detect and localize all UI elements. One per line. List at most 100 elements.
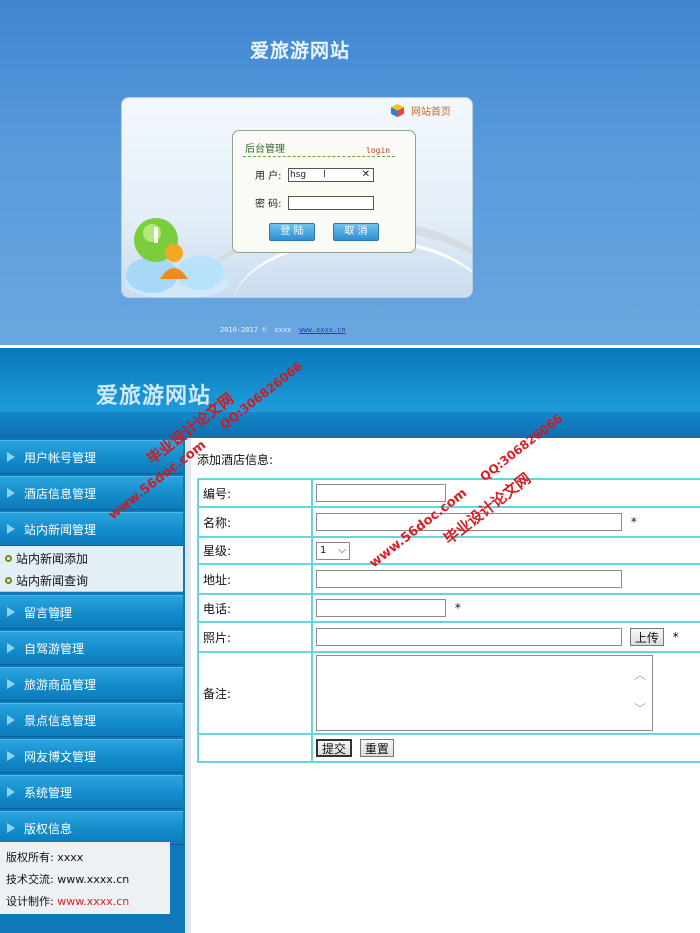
sidebar-item-label: 景点信息管理 [24,713,97,728]
news-submenu: 站内新闻添加 站内新闻查询 [0,546,183,592]
arrow-right-icon [7,643,15,653]
required-mark: * [454,600,461,615]
username-label: 用 户: [255,171,282,182]
login-card: 网站首页 后台管理 login 用 户: hsg I ✕ 密 码: 登 陆 取 … [121,97,473,298]
password-input[interactable] [288,195,374,210]
sidebar-item-label: 系统管理 [24,785,73,800]
tech-value: www.xxxx.cn [57,873,130,886]
sidebar-item-label: 旅游商品管理 [24,677,97,692]
table-row: 电话: * [197,593,700,623]
username-input[interactable]: hsg I ✕ [288,167,374,182]
action-label-cell [197,733,313,763]
admin-screen: 爱旅游网站 用户帐号管理 酒店信息管理 站内新闻管理 站内新闻添加 站内新闻查询 [0,348,700,933]
footer-link[interactable]: www.xxxx.cn [299,326,345,334]
sidebar-info-panel: 版权所有: xxxx 技术交流: www.xxxx.cn 设计制作: www.x… [0,842,170,914]
sidebar-item-label: 用户帐号管理 [24,450,97,465]
star-label: 星级: [197,536,313,565]
sidebar-item-label: 网友博文管理 [24,749,97,764]
star-select-value: 1 [320,545,327,556]
reset-button[interactable]: 重置 [359,739,394,757]
address-cell [311,563,700,595]
arrow-right-icon [7,607,15,617]
arrow-right-icon [7,823,15,833]
name-label: 名称: [197,506,313,538]
remark-textarea[interactable]: ︿ ﹀ [316,655,653,731]
login-screen: 爱旅游网站 网站首页 后台管理 login 用 户: hsg I ✕ 密 码: … [0,0,700,345]
scroll-up-icon[interactable]: ︿ [634,666,646,683]
design-label: 设计制作: [6,895,54,908]
arrow-right-icon [7,751,15,761]
upload-button[interactable]: 上传 [629,628,664,646]
phone-label: 电话: [197,593,313,623]
submenu-item-add-news[interactable]: 站内新闻添加 [5,550,88,567]
sidebar-item-travel-goods[interactable]: 旅游商品管理 [0,667,183,701]
chevron-down-icon: ⌵ [338,545,346,556]
arrow-right-icon [7,488,15,498]
home-link[interactable]: 网站首页 [390,103,451,118]
hand-pointer-icon: ☝ [54,606,64,625]
submenu-item-query-news[interactable]: 站内新闻查询 [5,572,88,589]
username-value: hsg [290,169,307,180]
sidebar-item-system[interactable]: 系统管理 [0,775,183,809]
submenu-item-label: 站内新闻查询 [16,574,89,588]
arrow-right-icon [7,715,15,725]
photo-input[interactable] [316,628,622,646]
login-site-title: 爱旅游网站 [249,40,350,62]
code-label: 编号: [197,478,313,508]
login-box-title: 后台管理 [245,144,285,155]
admin-header: 爱旅游网站 [0,348,700,438]
home-link-label: 网站首页 [411,107,451,118]
tech-label: 技术交流: [6,873,54,886]
design-line: 设计制作: www.xxxx.cn [6,891,164,913]
table-row: 照片: 上传 * [197,621,700,653]
arrow-right-icon [7,452,15,462]
footer-year: 2010-2017 © [220,326,267,334]
table-row: 备注: ︿ ﹀ [197,651,700,735]
clear-icon[interactable]: ✕ [362,169,370,181]
sidebar-item-copyright[interactable]: 版权信息 [0,811,183,845]
copyright-value: xxxx [57,851,84,864]
login-button[interactable]: 登 陆 [269,223,315,241]
arrow-right-icon [7,787,15,797]
action-cell: 提交 重置 [311,733,700,763]
header-band [0,412,700,438]
hotel-form-table: 编号: 名称: * 星级: 1 ⌵ 地址: 电话: * 照片: 上传 * 备注:… [197,478,700,763]
sidebar-item-messages[interactable]: 留言管理 ☝ [0,595,183,629]
bullet-icon [5,577,12,584]
phone-cell: * [311,593,700,623]
admin-site-title: 爱旅游网站 [96,383,212,409]
password-row: 密 码: [255,195,374,210]
sidebar: 用户帐号管理 酒店信息管理 站内新闻管理 站内新闻添加 站内新闻查询 留言管理 … [0,438,185,933]
username-row: 用 户: hsg I ✕ [255,167,374,182]
sidebar-item-news[interactable]: 站内新闻管理 [0,512,183,546]
copyright-label: 版权所有: [6,851,54,864]
copyright-line: 版权所有: xxxx [6,847,164,869]
submenu-item-label: 站内新闻添加 [16,552,89,566]
required-mark: * [630,514,637,529]
address-input[interactable] [316,570,622,588]
photo-label: 照片: [197,621,313,653]
sidebar-item-self-drive[interactable]: 自驾游管理 [0,631,183,665]
remark-cell: ︿ ﹀ [311,651,700,735]
phone-input[interactable] [316,599,446,617]
required-mark: * [672,629,679,644]
design-value[interactable]: www.xxxx.cn [57,895,129,908]
text-cursor-icon: I [323,168,326,180]
sidebar-item-label: 站内新闻管理 [24,522,97,537]
photo-cell: 上传 * [311,621,700,653]
tech-line: 技术交流: www.xxxx.cn [6,869,164,891]
arrow-right-icon [7,524,15,534]
code-input[interactable] [316,484,446,502]
dashed-divider [243,156,395,157]
cancel-button[interactable]: 取 消 [333,223,379,241]
sidebar-item-blogs[interactable]: 网友博文管理 [0,739,183,773]
star-select[interactable]: 1 ⌵ [316,541,350,560]
sidebar-item-attractions[interactable]: 景点信息管理 [0,703,183,737]
cube-icon [390,103,405,118]
submit-button[interactable]: 提交 [316,739,353,757]
form-heading: 添加酒店信息: [197,453,274,467]
scroll-down-icon[interactable]: ﹀ [634,700,646,717]
table-row: 地址: [197,563,700,595]
footer-owner: xxxx [274,326,292,334]
user-avatar-icon [122,213,232,297]
